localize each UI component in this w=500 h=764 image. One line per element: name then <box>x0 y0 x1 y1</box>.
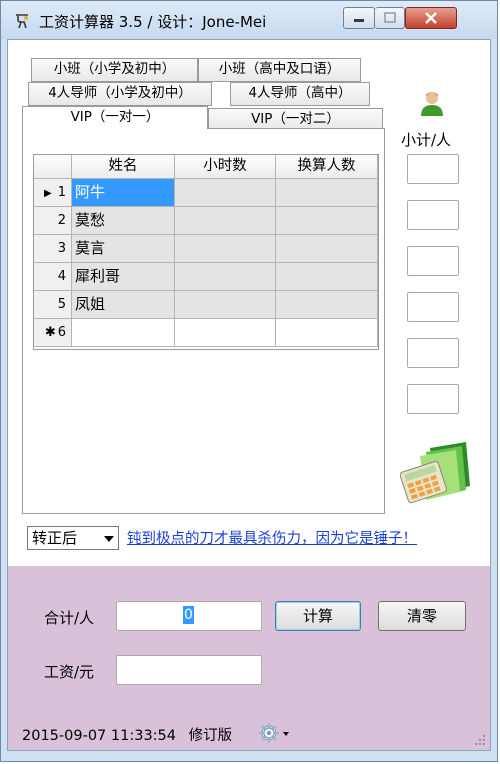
new-row-marker: ✱ <box>44 325 56 340</box>
maximize-icon <box>383 12 396 23</box>
user-icon <box>421 92 443 116</box>
column-header-name[interactable]: 姓名 <box>72 155 175 179</box>
clear-button[interactable]: 清零 <box>378 601 466 631</box>
cell-hours[interactable] <box>175 263 276 291</box>
row-number: 1 <box>57 185 66 200</box>
minimize-button[interactable] <box>343 7 375 29</box>
cell-hours[interactable] <box>175 179 276 207</box>
settings-dropdown[interactable] <box>258 722 292 744</box>
status-datetime: 2015-09-07 11:33:54 <box>22 728 176 744</box>
tab-tutor-primary[interactable]: 4人导师（小学及初中） <box>28 82 212 106</box>
total-value: 0 <box>183 606 194 624</box>
row-number: 6 <box>57 325 66 340</box>
subtotal-field[interactable] <box>407 154 459 184</box>
column-header-count[interactable]: 换算人数 <box>276 155 378 179</box>
minimize-icon <box>354 19 364 22</box>
title-bar[interactable]: 工资计算器 3.5 / 设计：Jone-Mei <box>1 1 497 39</box>
grid-corner <box>34 155 72 179</box>
cell-name[interactable] <box>72 319 175 347</box>
totals-panel: 合计/人 0 计算 清零 工资/元 2015-09-07 11:33:54 修订… <box>8 566 490 750</box>
cell-count[interactable] <box>276 319 378 347</box>
mode-select[interactable]: 转正后 <box>27 526 119 550</box>
subtotal-field[interactable] <box>407 246 459 276</box>
resize-grip-icon[interactable] <box>474 734 486 746</box>
tab-small-class-primary[interactable]: 小班（小学及初中） <box>31 58 198 82</box>
total-field[interactable]: 0 <box>116 601 262 631</box>
new-row[interactable]: ✱ 6 <box>34 319 378 347</box>
salary-field[interactable] <box>116 655 262 685</box>
table-row[interactable]: ▶ 1 阿牛 <box>34 179 378 207</box>
app-icon <box>16 14 28 29</box>
client-area: 小班（小学及初中） 小班（高中及口语） 4人导师（小学及初中） 4人导师（高中）… <box>7 39 491 751</box>
maximize-button[interactable] <box>375 7 405 29</box>
cell-count[interactable] <box>276 235 378 263</box>
row-number[interactable]: 4 <box>34 263 72 291</box>
table-row[interactable]: 5 凤姐 <box>34 291 378 319</box>
row-number[interactable]: 3 <box>34 235 72 263</box>
status-edition: 修订版 <box>188 728 233 744</box>
row-header[interactable]: ▶ 1 <box>34 179 72 207</box>
cell-name[interactable]: 阿牛 <box>72 179 175 207</box>
cell-name[interactable]: 莫愁 <box>72 207 175 235</box>
salary-label: 工资/元 <box>44 663 95 681</box>
subtotal-field[interactable] <box>407 200 459 230</box>
cell-hours[interactable] <box>175 235 276 263</box>
chevron-down-icon <box>104 536 114 542</box>
cell-hours[interactable] <box>175 207 276 235</box>
cell-name[interactable]: 莫言 <box>72 235 175 263</box>
tab-panel: 姓名 小时数 换算人数 ▶ 1 阿牛 2 莫愁 3 莫言 4 犀利哥 5 凤姐 … <box>22 128 385 514</box>
slogan-link[interactable]: 钝到极点的刀才最具杀伤力，因为它是锤子！ <box>127 527 417 548</box>
tab-small-class-senior[interactable]: 小班（高中及口语） <box>198 58 361 82</box>
row-number[interactable]: 2 <box>34 207 72 235</box>
close-button[interactable] <box>405 7 457 29</box>
table-row[interactable]: 2 莫愁 <box>34 207 378 235</box>
cell-hours[interactable] <box>175 319 276 347</box>
data-grid[interactable]: 姓名 小时数 换算人数 ▶ 1 阿牛 2 莫愁 3 莫言 4 犀利哥 5 凤姐 … <box>33 154 379 350</box>
cell-hours[interactable] <box>175 291 276 319</box>
calculate-button[interactable]: 计算 <box>275 601 361 631</box>
tab-vip-one-on-one[interactable]: VIP（一对一） <box>22 106 208 129</box>
gear-icon <box>259 723 289 743</box>
row-header[interactable]: ✱ 6 <box>34 319 72 347</box>
cell-name[interactable]: 犀利哥 <box>72 263 175 291</box>
cell-count[interactable] <box>276 263 378 291</box>
total-label: 合计/人 <box>44 609 95 627</box>
cell-count[interactable] <box>276 291 378 319</box>
close-icon <box>425 12 437 24</box>
calculator-folder-icon <box>400 442 470 504</box>
cell-count[interactable] <box>276 207 378 235</box>
app-window: 工资计算器 3.5 / 设计：Jone-Mei 小班（小学及初中） 小班（高中及… <box>0 0 498 762</box>
mode-select-value: 转正后 <box>32 529 78 547</box>
row-number[interactable]: 5 <box>34 291 72 319</box>
table-row[interactable]: 3 莫言 <box>34 235 378 263</box>
status-bar: 2015-09-07 11:33:54 修订版 <box>22 724 232 745</box>
table-row[interactable]: 4 犀利哥 <box>34 263 378 291</box>
subtotal-field[interactable] <box>407 338 459 368</box>
cell-count[interactable] <box>276 179 378 207</box>
subtotal-field[interactable] <box>407 292 459 322</box>
cell-name[interactable]: 凤姐 <box>72 291 175 319</box>
subtotal-field[interactable] <box>407 384 459 414</box>
tab-tutor-senior[interactable]: 4人导师（高中） <box>230 82 370 106</box>
current-row-marker: ▶ <box>44 188 52 199</box>
subtotal-label: 小计/人 <box>401 131 452 149</box>
window-title: 工资计算器 3.5 / 设计：Jone-Mei <box>39 13 267 31</box>
column-header-hours[interactable]: 小时数 <box>175 155 276 179</box>
